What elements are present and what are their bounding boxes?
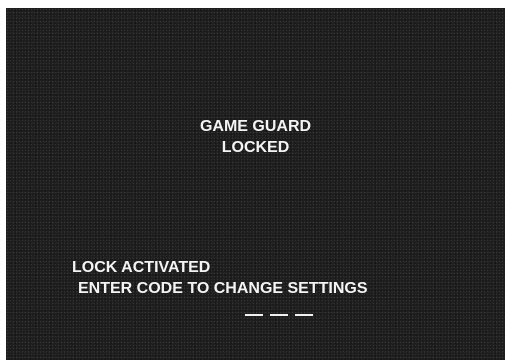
code-digit-slot-1[interactable] xyxy=(245,314,263,316)
locked-status: LOCKED xyxy=(221,139,290,156)
code-digit-slot-2[interactable] xyxy=(270,314,288,316)
game-guard-title: GAME GUARD xyxy=(199,118,312,135)
lock-header: GAME GUARD LOCKED xyxy=(6,116,505,158)
code-digit-slot-3[interactable] xyxy=(295,314,313,316)
lock-activated-message: LOCK ACTIVATED xyxy=(72,259,211,276)
tv-screen: GAME GUARD LOCKED LOCK ACTIVATED ENTER C… xyxy=(6,8,505,360)
code-entry-field[interactable] xyxy=(245,314,313,316)
enter-code-prompt: ENTER CODE TO CHANGE SETTINGS xyxy=(78,280,368,297)
status-block: LOCK ACTIVATED ENTER CODE TO CHANGE SETT… xyxy=(72,257,368,299)
